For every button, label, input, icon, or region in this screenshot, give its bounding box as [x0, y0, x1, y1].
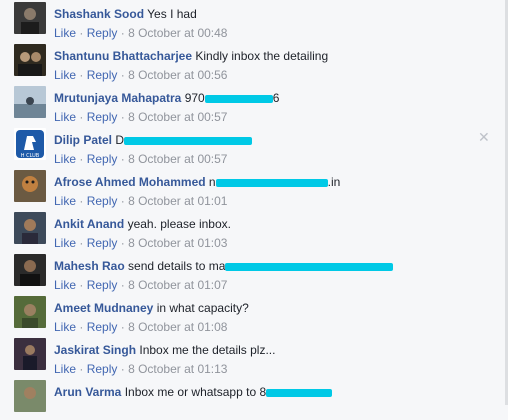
like-link[interactable]: Like: [54, 278, 76, 292]
comment-text: in what capacity?: [156, 301, 249, 315]
reply-link[interactable]: Reply: [87, 362, 118, 376]
comment-text: 970: [184, 91, 205, 105]
reply-link[interactable]: Reply: [87, 110, 118, 124]
redaction-mark: [266, 388, 333, 397]
comment-author[interactable]: Arun Varma: [54, 385, 121, 399]
comment-author[interactable]: Shashank Sood: [54, 7, 144, 21]
reply-link[interactable]: Reply: [87, 236, 118, 250]
comment-text: n: [208, 175, 216, 189]
comment-item: Ankit Anand yeah. please inbox. Like · R…: [0, 210, 505, 252]
user-photo-icon: [14, 254, 46, 286]
comment-author[interactable]: Afrose Ahmed Mohammed: [54, 175, 206, 189]
comment-timestamp[interactable]: 8 October at 01:01: [128, 194, 227, 208]
like-link[interactable]: Like: [54, 26, 76, 40]
comment-item: Arun Varma Inbox me or whatsapp to 8: [0, 378, 505, 420]
comment-item: Shashank Sood Yes I had Like · Reply · 8…: [0, 0, 505, 42]
avatar[interactable]: [14, 2, 46, 34]
comment-item: Mrutunjaya Mahapatra 970 6 Like · Reply ·…: [0, 84, 505, 126]
comment-item: Ameet Mudnaney in what capacity? Like · …: [0, 294, 505, 336]
comment-author[interactable]: Shantunu Bhattacharjee: [54, 49, 192, 63]
comment-item: Jaskirat Singh Inbox me the details plz.…: [0, 336, 505, 378]
like-link[interactable]: Like: [54, 362, 76, 376]
reply-link[interactable]: Reply: [87, 320, 118, 334]
comment-timestamp[interactable]: 8 October at 00:48: [128, 26, 227, 40]
comment-item: Mahesh Rao send details to ma Like · Rep…: [0, 252, 505, 294]
comment-timestamp[interactable]: 8 October at 00:56: [128, 68, 227, 82]
user-photo-icon: [14, 44, 46, 76]
redaction-mark: [124, 136, 253, 145]
comment-text: Inbox me the details plz...: [139, 343, 276, 357]
comment-author[interactable]: Mrutunjaya Mahapatra: [54, 91, 181, 105]
comment-author[interactable]: Ameet Mudnaney: [54, 301, 153, 315]
user-photo-icon: [14, 338, 46, 370]
reply-link[interactable]: Reply: [87, 26, 118, 40]
like-link[interactable]: Like: [54, 236, 76, 250]
avatar[interactable]: [14, 296, 46, 328]
comment-author[interactable]: Jaskirat Singh: [54, 343, 136, 357]
like-link[interactable]: Like: [54, 110, 76, 124]
comment-text: send details to ma: [128, 259, 226, 273]
reply-link[interactable]: Reply: [87, 68, 118, 82]
like-link[interactable]: Like: [54, 68, 76, 82]
comment-text: Inbox me or whatsapp to 8: [124, 385, 267, 399]
user-photo-icon: [14, 2, 46, 34]
comment-timestamp[interactable]: 8 October at 00:57: [128, 152, 227, 166]
comment-text: yeah. please inbox.: [127, 217, 231, 231]
avatar[interactable]: [14, 170, 46, 202]
reply-link[interactable]: Reply: [87, 152, 118, 166]
redaction-mark: [204, 94, 273, 103]
comment-item: H CLUB Dilip Patel D Like · Reply · 8 Oc…: [0, 126, 505, 168]
user-photo-icon: [14, 296, 46, 328]
comment-author[interactable]: Ankit Anand: [54, 217, 124, 231]
user-photo-icon: [14, 86, 46, 118]
avatar[interactable]: [14, 254, 46, 286]
reply-link[interactable]: Reply: [87, 278, 118, 292]
comment-text: Yes I had: [147, 7, 197, 21]
comment-item: Shantunu Bhattacharjee Kindly inbox the …: [0, 42, 505, 84]
user-photo-icon: [14, 170, 46, 202]
reply-link[interactable]: Reply: [87, 194, 118, 208]
avatar[interactable]: [14, 212, 46, 244]
comment-timestamp[interactable]: 8 October at 01:07: [128, 278, 227, 292]
comment-timestamp[interactable]: 8 October at 01:08: [128, 320, 227, 334]
close-icon[interactable]: ✕: [478, 130, 490, 144]
comment-text: Kindly inbox the detailing: [195, 49, 329, 63]
comment-author[interactable]: Mahesh Rao: [54, 259, 125, 273]
comment-text: D: [115, 133, 125, 147]
redaction-mark: [225, 262, 394, 271]
comment-item: Afrose Ahmed Mohammed n .in Like · Reply …: [0, 168, 505, 210]
like-link[interactable]: Like: [54, 152, 76, 166]
club-logo-icon: H CLUB: [14, 128, 46, 160]
comment-timestamp[interactable]: 8 October at 01:13: [128, 362, 227, 376]
comment-timestamp[interactable]: 8 October at 00:57: [128, 110, 227, 124]
comment-author[interactable]: Dilip Patel: [54, 133, 112, 147]
avatar[interactable]: [14, 338, 46, 370]
redaction-mark: [215, 178, 328, 187]
like-link[interactable]: Like: [54, 320, 76, 334]
avatar[interactable]: [14, 44, 46, 76]
user-photo-icon: [14, 380, 46, 412]
avatar[interactable]: H CLUB: [14, 128, 46, 160]
avatar[interactable]: [14, 380, 46, 412]
svg-text:H CLUB: H CLUB: [21, 153, 40, 159]
like-link[interactable]: Like: [54, 194, 76, 208]
comment-timestamp[interactable]: 8 October at 01:03: [128, 236, 227, 250]
user-photo-icon: [14, 212, 46, 244]
avatar[interactable]: [14, 86, 46, 118]
